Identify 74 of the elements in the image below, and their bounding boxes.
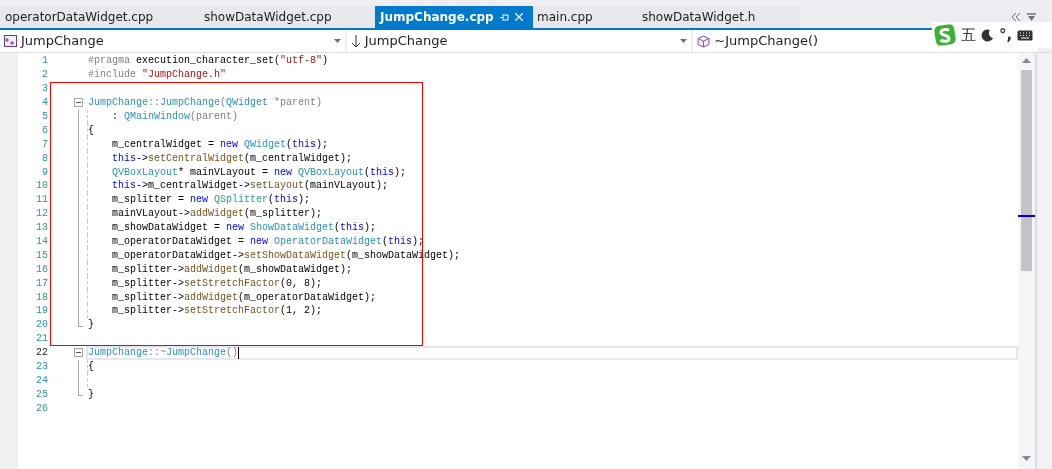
cube-icon [697, 34, 711, 48]
line-number: 6 [41, 123, 48, 138]
input-method-logo-icon[interactable] [934, 24, 956, 46]
text-cursor [238, 346, 240, 359]
file-tab[interactable]: JumpChange.cpp [375, 6, 533, 28]
code-line: { [88, 123, 94, 138]
scroll-up-icon[interactable] [1022, 58, 1031, 63]
line-number: 19 [35, 304, 48, 319]
line-number: 10 [35, 179, 48, 194]
code-line: this->setCentralWidget(m_centralWidget); [112, 151, 353, 166]
down-arrow-icon [350, 34, 361, 48]
line-number: 12 [35, 207, 48, 222]
code-line: m_centralWidget = new QWidget(this); [112, 137, 329, 152]
code-line: m_splitter->addWidget(m_operatorDataWidget); [112, 290, 377, 305]
navigation-dropdown[interactable]: JumpChange [0, 30, 345, 52]
collapse-icon[interactable] [74, 97, 83, 107]
caret-position-marker [1018, 215, 1035, 217]
pin-icon[interactable] [500, 12, 509, 22]
overflow-chevron-icon[interactable] [1011, 13, 1021, 21]
vertical-scrollbar[interactable] [1018, 53, 1035, 469]
code-line: } [88, 387, 94, 402]
caret-icon [680, 39, 688, 43]
line-number: 11 [35, 193, 48, 208]
code-line: : QMainWindow(parent) [112, 110, 239, 124]
line-number: 5 [41, 110, 48, 124]
scroll-down-icon[interactable] [1022, 456, 1031, 461]
line-number: 20 [35, 318, 48, 333]
code-line: m_showDataWidget = new ShowDataWidget(this); [112, 221, 377, 236]
caret-icon [333, 39, 341, 43]
close-icon[interactable] [515, 12, 523, 21]
line-number: 26 [35, 401, 48, 416]
file-tab[interactable]: operatorDataWidget.cpp [0, 6, 190, 28]
file-tab[interactable]: showDataWidget.h [615, 6, 800, 28]
code-line: m_splitter->addWidget(m_showDataWidget); [112, 262, 353, 277]
line-number: 1 [41, 54, 48, 69]
scroll-thumb[interactable] [1021, 70, 1032, 271]
line-number: 3 [41, 82, 48, 97]
code-line: m_splitter->setStretchFactor(0, 8); [112, 276, 323, 291]
line-number: 16 [35, 262, 48, 277]
moon-icon[interactable] [981, 28, 994, 42]
line-number: 17 [35, 276, 48, 291]
line-number: 2 [41, 68, 48, 83]
line-number: 22 [35, 346, 48, 361]
line-number: 13 [35, 221, 48, 236]
line-number: 15 [35, 248, 48, 263]
file-tab[interactable]: showDataWidget.cpp [190, 6, 375, 28]
code-line: #include "JumpChange.h" [88, 68, 227, 83]
line-number: 4 [41, 96, 48, 111]
navigation-dropdown[interactable]: JumpChange [346, 30, 692, 52]
line-number: 8 [41, 151, 48, 166]
line-number: 24 [35, 373, 48, 388]
line-number: 7 [41, 137, 48, 152]
line-number: 9 [41, 165, 48, 180]
line-number: 18 [35, 290, 48, 305]
file-tab[interactable]: main.cpp [533, 6, 615, 28]
line-number: 25 [35, 387, 48, 402]
code-line: m_splitter = new QSplitter(this); [112, 193, 311, 208]
code-line: mainVLayout->addWidget(m_splitter); [112, 207, 323, 222]
class-icon [4, 35, 17, 47]
code-line: m_splitter->setStretchFactor(1, 2); [112, 304, 323, 319]
line-number: 21 [35, 332, 48, 347]
line-number: 23 [35, 360, 48, 375]
code-line: #pragma execution_character_set("utf-8") [88, 54, 329, 69]
dropdown-icon[interactable] [1027, 12, 1036, 22]
code-line: JumpChange::~JumpChange() [88, 346, 239, 361]
code-line: QVBoxLayout* mainVLayout = new QVBoxLayout(this); [112, 165, 407, 180]
code-line: JumpChange::JumpChange(QWidget *parent) [88, 96, 323, 111]
line-number: 14 [35, 235, 48, 250]
code-line: this->m_centralWidget->setLayout(mainVLayout); [112, 179, 389, 194]
code-line: } [88, 318, 94, 333]
collapse-icon[interactable] [74, 347, 83, 357]
code-line: { [88, 360, 94, 375]
keyboard-icon[interactable] [1017, 29, 1034, 41]
code-line: m_operatorDataWidget = new OperatorDataWidget(this); [112, 235, 425, 250]
